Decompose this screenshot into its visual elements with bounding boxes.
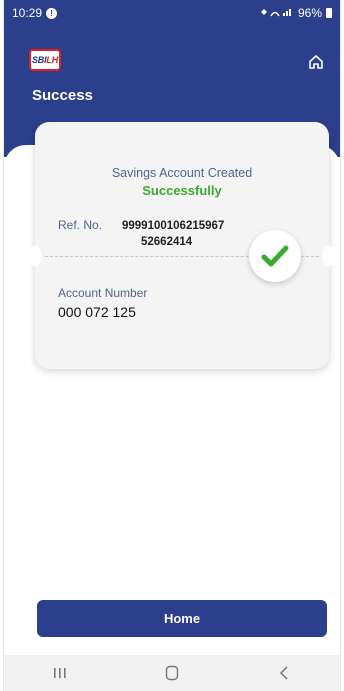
sbi-life-logo: SBILH <box>29 49 61 71</box>
logo-text-accent: LH <box>46 55 58 65</box>
account-number-label: Account Number <box>58 286 148 300</box>
logo-text-main: SBI <box>31 55 47 65</box>
signal-wifi-icon <box>260 7 294 20</box>
check-icon <box>249 230 301 282</box>
home-icon[interactable] <box>308 54 324 70</box>
ref-number-label: Ref. No. <box>58 218 103 232</box>
recents-icon[interactable] <box>45 658 75 688</box>
status-bar: 10:29 ! 96% <box>4 0 340 26</box>
success-ticket-card: Savings Account Created Successfully Ref… <box>28 122 336 369</box>
home-button[interactable]: Home <box>37 600 327 637</box>
success-headline: Savings Account Created <box>111 166 253 180</box>
battery-percent: 96% <box>297 6 322 20</box>
page-title: Success <box>32 87 93 104</box>
status-time: 10:29 <box>12 6 43 20</box>
notification-badge-icon: ! <box>46 7 58 19</box>
success-status-text: Successfully <box>142 183 222 198</box>
nav-home-icon[interactable] <box>157 658 187 688</box>
ref-number-line1: 9999100106215967 <box>122 220 225 232</box>
back-icon[interactable] <box>269 658 299 688</box>
system-nav-bar <box>4 655 340 691</box>
ticket-notch-left <box>28 246 42 266</box>
ref-number-value: 9999100106215967 52662414 <box>122 218 272 250</box>
account-number-value: 000 072 125 <box>58 304 136 320</box>
ticket-notch-right <box>322 246 336 266</box>
battery-icon <box>326 8 332 18</box>
phone-screen: 10:29 ! 96% SBILH Success Savings Accoun… <box>3 0 341 691</box>
